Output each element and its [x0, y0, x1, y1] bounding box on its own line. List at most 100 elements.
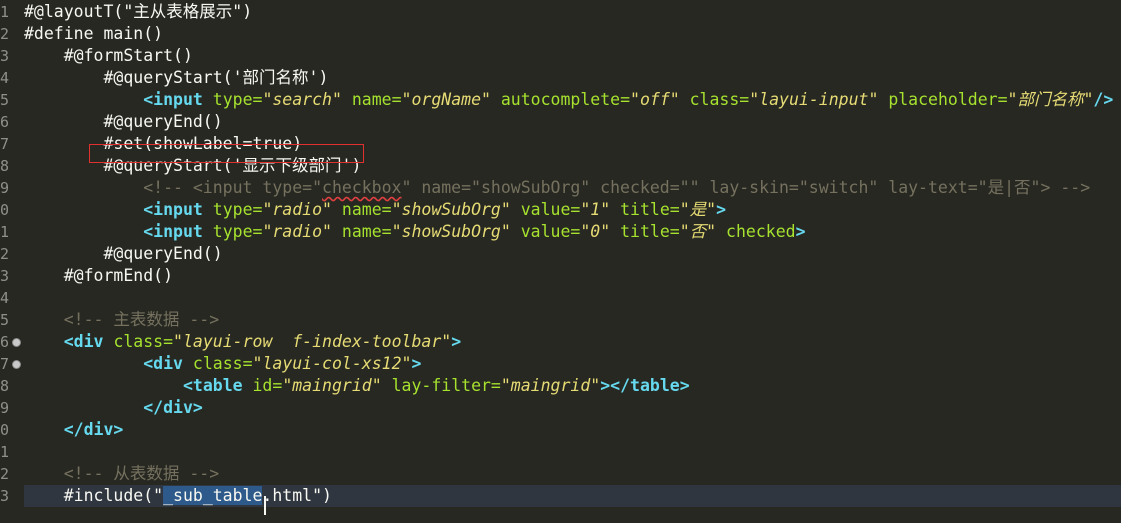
line-number: 0	[0, 201, 10, 219]
code-token: >	[411, 354, 422, 373]
code-line[interactable]: <input type="radio" name="showSubOrg" va…	[24, 199, 1121, 221]
line-number: 8	[0, 157, 10, 175]
code-token: #@formEnd()	[24, 266, 174, 285]
code-token: >	[795, 222, 806, 241]
code-line[interactable]: </div>	[24, 419, 1121, 441]
code-token: <!-- 主表数据 -->	[24, 310, 220, 329]
code-line[interactable]	[24, 441, 1121, 463]
code-token: type=	[212, 90, 263, 109]
code-token: </div>	[143, 398, 203, 417]
code-line[interactable]: #@formEnd()	[24, 265, 1121, 287]
line-number: 9	[0, 399, 10, 417]
code-line[interactable]	[24, 287, 1121, 309]
code-token: type=	[212, 222, 263, 241]
code-line[interactable]: <!-- 从表数据 -->	[24, 463, 1121, 485]
code-token: id=	[252, 376, 283, 395]
code-token: value=	[520, 222, 581, 241]
code-token: "0"	[580, 222, 611, 241]
code-token: name=	[351, 90, 402, 109]
code-token: #@formStart()	[24, 46, 193, 65]
line-number: 0	[0, 421, 10, 439]
fold-toggle-icon[interactable]	[12, 360, 21, 369]
text-caret	[264, 496, 266, 515]
code-line[interactable]: </div>	[24, 397, 1121, 419]
code-token: " name="showSubOrg" checked="" lay-skin=…	[401, 178, 1091, 197]
code-line[interactable]: <table id="maingrid" lay-filter="maingri…	[24, 375, 1121, 397]
code-token: <!-- <input type="	[24, 178, 323, 197]
code-token: "showSubOrg"	[391, 200, 511, 219]
code-line[interactable]: <div class="layui-col-xs12">	[24, 353, 1121, 375]
code-token: #@layoutT("主从表格展示")	[24, 2, 253, 21]
code-line[interactable]: <!-- <input type="checkbox" name="showSu…	[24, 177, 1121, 199]
highlight-box	[89, 144, 364, 163]
code-line[interactable]: #define main()	[24, 23, 1121, 45]
code-token: <table	[182, 376, 243, 395]
line-number: 3	[0, 487, 10, 505]
code-token: <input	[143, 90, 203, 109]
code-line[interactable]: #@queryEnd()	[24, 243, 1121, 265]
line-number: 2	[0, 245, 10, 263]
code-line[interactable]: <!-- 主表数据 -->	[24, 309, 1121, 331]
code-token: checked	[726, 222, 796, 241]
code-token: #@queryStart('部门名称')	[24, 68, 329, 87]
code-token: placeholder=	[888, 90, 1008, 109]
code-line[interactable]: #@formStart()	[24, 45, 1121, 67]
code-token: "layui-input"	[749, 90, 879, 109]
code-line[interactable]: #@queryEnd()	[24, 111, 1121, 133]
code-token: <input	[143, 222, 203, 241]
code-line[interactable]: #@queryStart('部门名称')	[24, 67, 1121, 89]
code-token: "showSubOrg"	[391, 222, 511, 241]
line-number-gutter: 12345678901234567890123	[0, 0, 22, 523]
code-token: title=	[620, 222, 680, 241]
code-token: .html")	[262, 486, 332, 505]
code-line[interactable]: <input type="search" name="orgName" auto…	[24, 89, 1121, 111]
line-number: 8	[0, 377, 10, 395]
code-token: class=	[689, 90, 750, 109]
line-number: 1	[0, 223, 10, 241]
line-number: 3	[0, 47, 10, 65]
code-token: "maingrid"	[282, 376, 382, 395]
code-token: name=	[341, 222, 392, 241]
line-number: 5	[0, 91, 10, 109]
code-line[interactable]: #include("_sub_table.html")	[24, 485, 1121, 507]
fold-toggle-icon[interactable]	[12, 338, 21, 347]
code-token: <div	[63, 332, 104, 351]
code-token: "1"	[580, 200, 611, 219]
code-token: <div	[143, 354, 183, 373]
line-number: 6	[0, 113, 10, 131]
code-token: class=	[192, 354, 253, 373]
code-token: </div>	[63, 420, 124, 439]
code-token: <input	[143, 200, 203, 219]
line-number: 4	[0, 69, 10, 87]
code-token: "是"	[679, 200, 717, 219]
code-token: "orgName"	[401, 90, 491, 109]
code-line[interactable]: <div class="layui-row f-index-toolbar">	[24, 331, 1121, 353]
code-line[interactable]: <input type="radio" name="showSubOrg" va…	[24, 221, 1121, 243]
code-token: class=	[113, 332, 174, 351]
code-token: "部门名称"	[1007, 90, 1094, 109]
code-line[interactable]: #@layoutT("主从表格展示")	[24, 1, 1121, 23]
code-token: />	[1093, 90, 1114, 109]
line-number: 9	[0, 179, 10, 197]
line-number: 2	[0, 465, 10, 483]
line-number: 3	[0, 267, 10, 285]
code-token: "radio"	[262, 222, 332, 241]
